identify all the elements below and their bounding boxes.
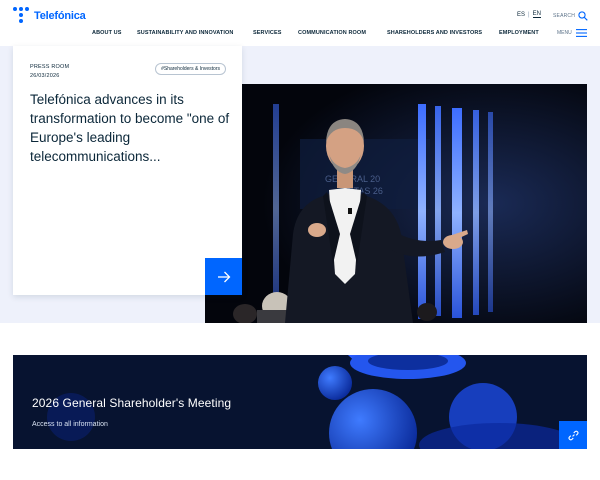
site-header: Telefónica ES | EN SEARCH ABOUT US SUSTA… <box>0 0 600 46</box>
search-label: SEARCH <box>553 13 576 19</box>
link-icon <box>567 430 579 440</box>
news-section-label: PRESS ROOM <box>30 64 70 70</box>
news-headline[interactable]: Telefónica advances in its transformatio… <box>30 90 230 166</box>
nav-item-communication-room[interactable]: COMMUNICATION ROOM <box>298 30 387 36</box>
menu-button[interactable]: MENU <box>557 29 587 37</box>
search-button[interactable]: SEARCH <box>553 11 588 21</box>
telefonica-logo[interactable]: Telefónica <box>13 7 86 25</box>
news-tag[interactable]: #Shareholders & Investors <box>155 63 226 75</box>
shareholder-meeting-banner[interactable]: 2026 General Shareholder's Meeting Acces… <box>13 355 587 449</box>
banner-link-button[interactable] <box>559 421 587 449</box>
nav-item-employment[interactable]: EMPLOYMENT <box>499 30 539 36</box>
nav-item-services[interactable]: SERVICES <box>253 30 298 36</box>
language-en[interactable]: EN <box>532 11 541 18</box>
menu-label: MENU <box>557 30 572 36</box>
hero-photo: GENERAL 20 ISTAS 26 <box>205 84 587 323</box>
banner-title: 2026 General Shareholder's Meeting <box>32 396 232 410</box>
brand-name: Telefónica <box>34 10 86 22</box>
news-date: 26/03/2026 <box>30 73 60 79</box>
search-icon <box>578 11 588 21</box>
language-es[interactable]: ES <box>517 12 525 18</box>
main-nav: ABOUT US SUSTAINABILITY AND INNOVATION S… <box>92 30 539 36</box>
banner-subtitle[interactable]: Access to all information <box>32 421 108 428</box>
news-open-button[interactable] <box>205 258 242 295</box>
nav-item-shareholders[interactable]: SHAREHOLDERS AND INVESTORS <box>387 30 499 36</box>
arrow-right-icon <box>217 271 230 282</box>
language-separator: | <box>528 11 530 18</box>
nav-item-about-us[interactable]: ABOUT US <box>92 30 137 36</box>
language-switcher: ES | EN <box>517 11 541 18</box>
nav-item-sustainability[interactable]: SUSTAINABILITY AND INNOVATION <box>137 30 253 36</box>
telefonica-logo-icon <box>13 7 31 25</box>
news-meta: PRESS ROOM 26/03/2026 <box>30 63 69 81</box>
hamburger-icon <box>575 29 587 37</box>
speaker-on-stage-image: GENERAL 20 ISTAS 26 <box>205 84 587 323</box>
